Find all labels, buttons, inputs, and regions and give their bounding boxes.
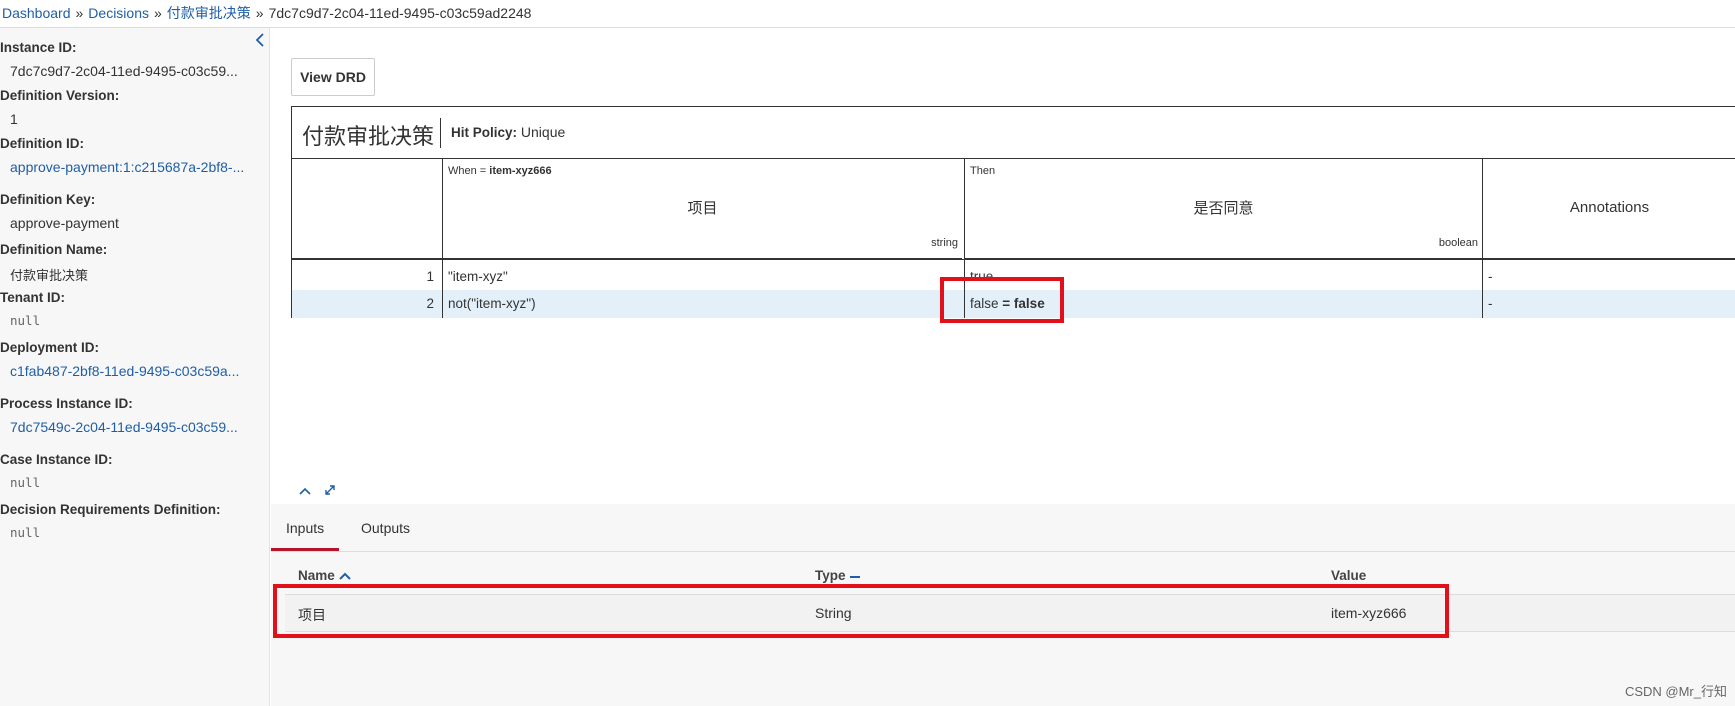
tenant-id-value: null <box>10 313 41 328</box>
expand-icon[interactable] <box>324 483 336 500</box>
case-instance-id-value: null <box>10 475 41 490</box>
column-header-value[interactable]: Value <box>1331 568 1366 583</box>
annotation-entry: - <box>1482 263 1735 291</box>
meta-label: Decision Requirements Definition: <box>0 502 221 517</box>
meta-deployment-id: Deployment ID: c1fab487-2bf8-11ed-9495-c… <box>0 340 268 379</box>
sort-none-icon <box>850 576 861 578</box>
breadcrumb-decisions[interactable]: Decisions <box>88 5 149 21</box>
tab-bar: Inputs Outputs <box>271 504 1735 552</box>
name-header-label: Name <box>298 568 335 583</box>
hit-policy-value: Unique <box>520 124 566 140</box>
meta-label: Definition ID: <box>0 136 84 151</box>
meta-definition-name: Definition Name: 付款审批决策 <box>0 242 268 284</box>
when-prefix: When = <box>448 165 490 177</box>
rule-number: 2 <box>426 296 434 311</box>
view-drd-button[interactable]: View DRD <box>291 58 375 96</box>
meta-definition-id: Definition ID: approve-payment:1:c215687… <box>0 136 268 175</box>
tab-outputs[interactable]: Outputs <box>346 520 425 551</box>
hit-policy-label: Hit Policy: <box>451 125 518 140</box>
breadcrumb-dashboard[interactable]: Dashboard <box>2 5 71 21</box>
input-title: 项目 <box>687 200 718 217</box>
decision-table-header: 付款审批决策 Hit Policy: Unique <box>292 107 1735 159</box>
annotations-header: Annotations <box>1483 159 1735 259</box>
drd-value: null <box>10 525 41 540</box>
output-title: 是否同意 <box>1193 200 1254 217</box>
meta-label: Deployment ID: <box>0 340 100 355</box>
input-header: When = item-xyz666 项目 string <box>443 159 962 259</box>
decision-table-name: 付款审批决策 <box>302 124 435 149</box>
output-header: Then 是否同意 boolean <box>965 159 1482 259</box>
instance-id-value: 7dc7c9d7-2c04-11ed-9495-c03c59... <box>10 63 238 79</box>
meta-label: Definition Version: <box>0 88 120 103</box>
meta-label: Instance ID: <box>0 40 77 55</box>
input-type: string <box>931 237 958 249</box>
annotation-entry: - <box>1482 290 1735 318</box>
breadcrumb-decision-name[interactable]: 付款审批决策 <box>167 5 251 21</box>
definition-key-value: approve-payment <box>10 215 119 231</box>
meta-definition-version: Definition Version: 1 <box>0 88 268 127</box>
meta-definition-key: Definition Key: approve-payment <box>0 192 268 231</box>
hit-policy: Hit Policy: Unique <box>451 124 565 140</box>
rule-number-header <box>292 159 442 259</box>
rule-number: 1 <box>426 269 434 284</box>
input-entry: not("item-xyz") <box>442 290 964 318</box>
breadcrumb-separator: » <box>255 5 264 21</box>
output-type: boolean <box>1438 237 1478 249</box>
meta-label: Definition Key: <box>0 192 96 207</box>
meta-case-instance-id: Case Instance ID: null <box>0 452 268 490</box>
sort-ascending-icon <box>338 572 351 580</box>
meta-instance-id: Instance ID: 7dc7c9d7-2c04-11ed-9495-c03… <box>0 40 268 79</box>
annotations-title: Annotations <box>1569 199 1650 216</box>
panel-controls <box>298 483 344 500</box>
when-value: item-xyz666 <box>489 165 552 177</box>
meta-label: Process Instance ID: <box>0 396 133 411</box>
input-entry: "item-xyz" <box>442 263 964 291</box>
definition-id-link[interactable]: approve-payment:1:c215687a-2bf8-... <box>0 159 250 175</box>
definition-name-value: 付款审批决策 <box>10 268 89 283</box>
meta-tenant-id: Tenant ID: null <box>0 290 268 328</box>
deployment-id-link[interactable]: c1fab487-2bf8-11ed-9495-c03c59a... <box>0 363 250 379</box>
breadcrumb: Dashboard» Decisions» 付款审批决策» 7dc7c9d7-2c04… <box>0 0 1735 28</box>
chevron-up-icon[interactable] <box>298 483 312 500</box>
result-highlight-box <box>940 277 1064 323</box>
column-header-type[interactable]: Type <box>815 568 861 583</box>
type-header-label: Type <box>815 568 846 583</box>
meta-drd: Decision Requirements Definition: null <box>0 502 268 540</box>
meta-label: Case Instance ID: <box>0 452 113 467</box>
column-header-name[interactable]: Name <box>298 568 351 583</box>
breadcrumb-current: 7dc7c9d7-2c04-11ed-9495-c03c59ad2248 <box>268 5 532 21</box>
process-instance-id-link[interactable]: 7dc7549c-2c04-11ed-9495-c03c59... <box>0 419 250 435</box>
meta-label: Tenant ID: <box>0 290 65 305</box>
watermark: CSDN @Mr_行知 <box>1624 684 1727 699</box>
output-then: Then <box>970 165 996 177</box>
breadcrumb-separator: » <box>75 5 84 21</box>
meta-process-instance-id: Process Instance ID: 7dc7549c-2c04-11ed-… <box>0 396 268 435</box>
sidebar: Instance ID: 7dc7c9d7-2c04-11ed-9495-c03… <box>0 28 270 706</box>
input-when: When = item-xyz666 <box>448 165 552 177</box>
definition-version-value: 1 <box>10 111 18 127</box>
header-divider <box>440 118 441 148</box>
rows-divider <box>292 259 1735 260</box>
input-highlight-box <box>273 584 1449 638</box>
tab-inputs[interactable]: Inputs <box>271 520 340 551</box>
meta-label: Definition Name: <box>0 242 108 257</box>
breadcrumb-separator: » <box>154 5 162 21</box>
